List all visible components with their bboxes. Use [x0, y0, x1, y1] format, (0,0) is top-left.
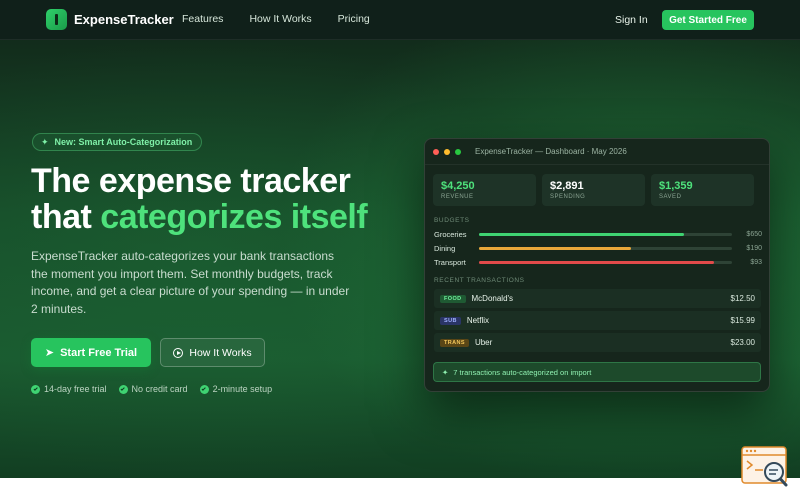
- budget-row: Dining $190: [434, 242, 762, 254]
- category-tag: TRANS: [440, 338, 469, 347]
- dashboard-preview: ExpenseTracker — Dashboard · May 2026 $4…: [424, 138, 770, 392]
- perk-item: 2-minute setup: [199, 384, 273, 394]
- budget-progress-fill: [479, 232, 684, 236]
- stat-value: $1,359: [659, 180, 693, 192]
- stat-card-revenue: $4,250 REVENUE: [433, 174, 536, 206]
- how-it-works-button[interactable]: How It Works: [160, 338, 265, 367]
- perk-label: No credit card: [131, 384, 188, 394]
- rocket-icon: ➤: [44, 347, 55, 359]
- headline-accent: categorizes itself: [100, 198, 368, 236]
- budget-progress-fill: [479, 246, 631, 250]
- stat-value: $2,891: [550, 180, 584, 192]
- stat-card-spending: $2,891 SPENDING: [542, 174, 645, 206]
- budget-amount: $650: [746, 230, 762, 238]
- budget-name: Transport: [434, 257, 466, 267]
- budget-progress-fill: [479, 260, 715, 264]
- sign-in-link[interactable]: Sign In: [615, 14, 648, 26]
- auto-categorized-banner: ✦ 7 transactions auto-categorized on imp…: [433, 362, 761, 382]
- transaction-name: McDonald's: [471, 294, 514, 303]
- perk-label: 2-minute setup: [212, 384, 273, 394]
- play-icon: [173, 347, 184, 358]
- check-icon: [199, 384, 209, 394]
- perk-label: 14-day free trial: [44, 384, 107, 394]
- start-free-trial-label: Start Free Trial: [60, 346, 138, 359]
- budget-amount: $93: [750, 258, 762, 266]
- auto-categorized-text: 7 transactions auto-categorized on impor…: [453, 367, 592, 377]
- nav-link-features[interactable]: Features: [182, 13, 223, 25]
- budget-progress-track: [479, 232, 732, 236]
- budget-progress-track: [479, 260, 732, 264]
- category-tag: SUB: [440, 316, 461, 325]
- brand-name: ExpenseTracker: [74, 12, 174, 27]
- window-titlebar: ExpenseTracker — Dashboard · May 2026: [425, 139, 769, 165]
- stat-card-saved: $1,359 SAVED: [651, 174, 754, 206]
- budget-progress-track: [479, 246, 732, 250]
- start-free-trial-button[interactable]: ➤ Start Free Trial: [31, 338, 151, 367]
- logo-icon: [46, 9, 67, 30]
- badge-label: New: Smart Auto-Categorization: [54, 137, 193, 147]
- budget-row: Transport $93: [434, 256, 762, 268]
- top-nav: ExpenseTracker Features How It Works Pri…: [0, 0, 800, 40]
- wand-icon: ✦: [41, 136, 49, 147]
- transaction-amount: $12.50: [730, 294, 755, 303]
- transaction-name: Netflix: [466, 316, 490, 325]
- transaction-row[interactable]: FOOD McDonald's $12.50: [434, 289, 761, 308]
- perk-item: 14-day free trial: [31, 384, 107, 394]
- perks-list: 14-day free trial No credit card 2-minut…: [31, 384, 284, 394]
- hero-section: ExpenseTracker Features How It Works Pri…: [0, 0, 800, 478]
- new-feature-badge: ✦ New: Smart Auto-Categorization: [32, 133, 203, 151]
- budget-name: Dining: [434, 243, 456, 253]
- brand-logo[interactable]: ExpenseTracker: [46, 9, 174, 30]
- nav-links: Features How It Works Pricing: [182, 13, 396, 25]
- transaction-amount: $23.00: [730, 338, 755, 347]
- budgets-heading: BUDGETS: [434, 217, 470, 224]
- wand-icon: ✦: [442, 367, 449, 377]
- stats-row: $4,250 REVENUE $2,891 SPENDING $1,359 SA…: [433, 174, 760, 206]
- how-it-works-label: How It Works: [189, 346, 252, 359]
- transaction-row[interactable]: SUB Netflix $15.99: [434, 311, 761, 330]
- budget-amount: $190: [746, 244, 762, 252]
- page-title: The expense tracker that categorizes its…: [31, 163, 411, 235]
- maximize-dot-icon: [455, 148, 461, 155]
- window-title: ExpenseTracker — Dashboard · May 2026: [475, 147, 627, 156]
- stat-label: REVENUE: [441, 194, 474, 200]
- stat-label: SPENDING: [550, 194, 586, 200]
- close-dot-icon: [433, 148, 439, 155]
- get-started-button[interactable]: Get Started Free: [662, 10, 754, 30]
- budget-row: Groceries $650: [434, 228, 762, 240]
- headline-line-2: that: [31, 198, 101, 236]
- stat-label: SAVED: [659, 194, 682, 200]
- perk-item: No credit card: [118, 384, 188, 394]
- check-icon: [31, 384, 40, 394]
- hero-description: ExpenseTracker auto-categorizes your ban…: [31, 249, 350, 316]
- budget-name: Groceries: [434, 229, 467, 239]
- transaction-amount: $15.99: [730, 316, 755, 325]
- transactions-heading: RECENT TRANSACTIONS: [434, 277, 525, 284]
- nav-link-pricing[interactable]: Pricing: [338, 13, 370, 25]
- nav-link-how-it-works[interactable]: How It Works: [249, 13, 311, 25]
- search-code-widget-icon[interactable]: [741, 446, 789, 488]
- stat-value: $4,250: [441, 180, 475, 192]
- transaction-name: Uber: [474, 338, 493, 347]
- headline-line-1: The expense tracker: [31, 162, 351, 200]
- check-icon: [118, 384, 128, 394]
- minimize-dot-icon: [444, 148, 450, 155]
- category-tag: FOOD: [440, 294, 466, 303]
- transaction-row[interactable]: TRANS Uber $23.00: [434, 333, 761, 352]
